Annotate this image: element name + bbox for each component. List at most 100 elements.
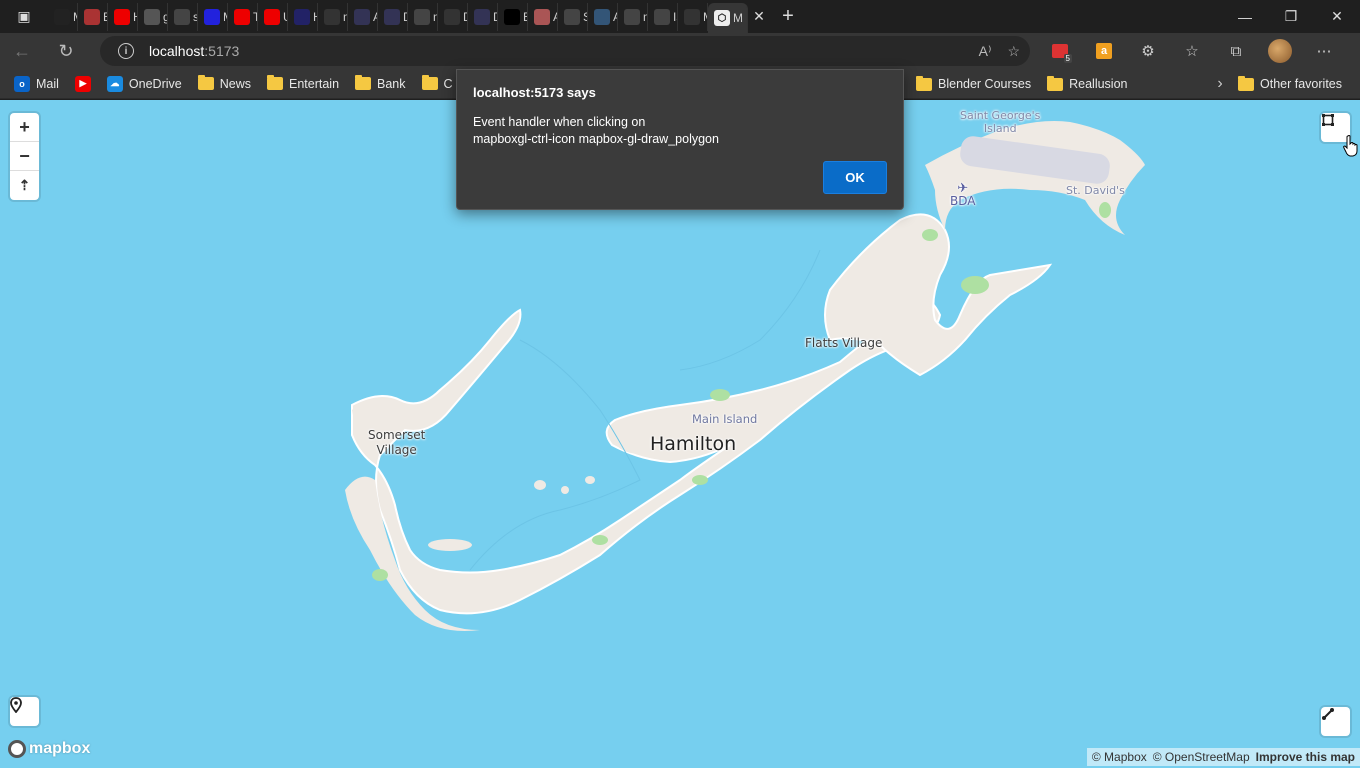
bookmarks-overflow-icon[interactable]: › [1208,69,1232,99]
tab-title: sc [193,10,197,24]
bookmark-item[interactable]: o Mail [6,70,67,98]
extension-badge: 5 [1063,54,1072,63]
bookmark-item[interactable]: Blender Courses [908,70,1039,98]
info-icon[interactable]: i [118,43,134,59]
tab[interactable]: St [558,2,588,31]
minimize-button[interactable]: — [1222,0,1268,33]
tab[interactable]: M [48,2,78,31]
compass-button[interactable]: ⇡ [10,171,39,200]
tab[interactable]: A [348,2,378,31]
bookmark-label: News [219,76,251,91]
tab[interactable]: m [318,2,348,31]
navigation-control: + − ⇡ [10,113,39,200]
github-icon [414,8,430,25]
close-tab-icon[interactable]: ✕ [748,8,770,25]
draw-line-button[interactable] [1321,707,1350,736]
read-aloud-icon[interactable]: A⁾ [979,43,992,60]
tab-title: H [313,10,317,24]
zoom-out-button[interactable]: − [10,142,39,171]
refresh-button[interactable]: ↻ [44,33,88,69]
bookmark-item[interactable]: Reallusion [1039,70,1135,98]
tab[interactable]: M [198,2,228,31]
url-port: :5173 [204,43,240,59]
map-label-st-davids: St. David's [1066,184,1125,197]
tab[interactable]: gi [138,2,168,31]
tab[interactable]: D [468,2,498,31]
tab-actions-icon[interactable]: ▣ [0,0,48,33]
tab-title: D [403,10,407,24]
map-label-somerset: Somerset Village [368,428,426,457]
back-button[interactable]: ← [0,33,44,69]
geolocate-control [10,697,39,726]
improve-map-link[interactable]: Improve this map [1256,750,1355,764]
tab[interactable]: m [408,2,438,31]
bookmark-item[interactable]: Entertain [259,70,347,98]
copilot-icon [354,8,370,25]
mapbox-logo[interactable]: mapbox [8,740,90,758]
tab-title: D [493,10,497,24]
site-icon [534,8,550,25]
bookmark-item[interactable]: News [190,70,259,98]
tab[interactable]: U [258,2,288,31]
profile-avatar[interactable] [1260,33,1300,69]
map-label-bda: ✈ BDA [950,181,976,208]
favorites-icon[interactable]: ☆ [1172,33,1212,69]
tab[interactable]: Is [648,2,678,31]
tab[interactable]: A [588,2,618,31]
tab-title: Is [673,9,677,24]
zoom-in-button[interactable]: + [10,113,39,142]
tab[interactable]: D [438,2,468,31]
other-favorites[interactable]: Other favorites [1230,69,1350,99]
tab[interactable]: A [528,2,558,31]
tab-strip: ▣ M B Hgi sc M Tr U Hm A Dm D D B A St Am Is M ⬡ M ✕ + — … [0,0,1360,33]
tab[interactable]: D [378,2,408,31]
new-tab-button[interactable]: + [770,5,806,28]
tab[interactable]: B [498,2,528,31]
tab-active[interactable]: ⬡ M [708,3,748,33]
tab[interactable]: H [288,2,318,31]
tab[interactable]: M [678,2,708,31]
tab[interactable]: H [108,2,138,31]
extension-red-icon[interactable]: 5 [1040,33,1080,69]
bookmark-item[interactable]: C [414,70,461,98]
tab-title: B [523,10,527,24]
site-icon [594,8,610,25]
more-menu-icon[interactable]: ⋯ [1304,33,1344,69]
bookmark-item[interactable]: ▶ [67,70,99,98]
restore-button[interactable]: ❐ [1268,0,1314,33]
folder-icon [916,75,932,91]
t-icon [84,8,100,25]
bookmark-item[interactable]: Bank [347,70,414,98]
attribution-mapbox[interactable]: © Mapbox [1092,750,1147,764]
tab[interactable]: m [618,2,648,31]
collections-icon[interactable]: ⧉ [1216,33,1256,69]
tab-title: A [613,10,617,24]
bookmark-item[interactable]: ☁ OneDrive [99,70,190,98]
copilot-icon [384,8,400,25]
tab-title: H [133,10,137,24]
youtube-icon [264,8,280,25]
tab[interactable]: sc [168,2,198,31]
bookmark-label: OneDrive [128,76,182,91]
hand-cursor-icon [1343,135,1358,157]
tab-title: m [433,10,437,24]
copilot-icon [474,8,490,25]
extensions-icon[interactable]: ⚙ [1128,33,1168,69]
folder-icon [197,75,214,90]
attribution-osm[interactable]: © OpenStreetMap [1153,750,1250,764]
ok-button[interactable]: OK [823,161,887,194]
tab[interactable]: Tr [228,2,258,31]
geolocate-button[interactable] [10,697,39,726]
tab-title: A [553,10,557,24]
close-window-button[interactable]: ✕ [1314,0,1360,33]
github-icon [624,8,640,25]
youtube-icon: ▶ [74,75,91,92]
folder-icon [1047,75,1064,91]
amazon-extension-icon[interactable]: a [1084,33,1124,69]
add-favorite-icon[interactable]: ☆ [1007,43,1020,60]
youtube-icon [234,8,250,25]
address-bar[interactable]: i localhost:5173 A⁾ ☆ [100,36,1030,66]
codepen-icon: ⬡ [714,10,730,26]
line-draw-control [1321,707,1350,736]
tab[interactable]: B [78,2,108,31]
